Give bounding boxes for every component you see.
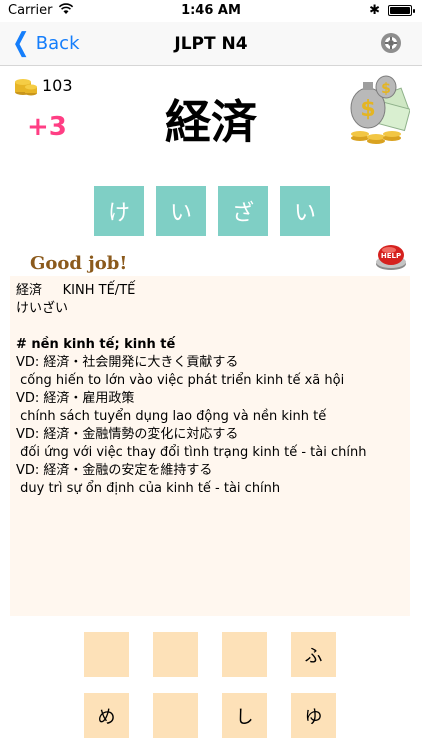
feedback-message: Good job! (30, 253, 128, 274)
page-title: JLPT N4 (174, 34, 248, 54)
help-button[interactable]: HELP (374, 238, 408, 272)
reading-line: けいざい (16, 301, 69, 316)
example-line: VD: 経済・雇用政策 (16, 391, 135, 406)
example-line: VD: 経済・金融の安定を維持する (16, 463, 213, 478)
answer-tile[interactable]: い (156, 186, 206, 236)
kana-choice-button[interactable] (84, 632, 129, 677)
answer-tile[interactable]: い (280, 186, 330, 236)
example-translation: cống hiến to lớn vào việc phát triển kin… (16, 373, 345, 388)
example-translation: đối ứng với việc thay đổi tình trạng kin… (16, 445, 367, 460)
answer-tile[interactable]: ざ (218, 186, 268, 236)
example-line: VD: 経済・金融情勢の変化に対応する (16, 427, 239, 442)
example-translation: chính sách tuyển dụng lao động và nền ki… (16, 409, 327, 424)
answer-tile[interactable]: け (94, 186, 144, 236)
navigation-bar: ❮ Back JLPT N4 (0, 22, 422, 66)
battery-icon (388, 5, 415, 16)
help-label: HELP (381, 252, 401, 260)
example-translation: duy trì sự ổn định của kinh tế - tài chí… (16, 481, 281, 496)
kana-choice-button[interactable]: ふ (291, 632, 336, 677)
example-line: VD: 経済・社会開発に大きく貢献する (16, 355, 239, 370)
headword-line: 経済 KINH TẾ/TẾ (16, 283, 136, 298)
meaning-line: # nền kinh tế; kinh tế (16, 337, 176, 352)
kana-choice-button[interactable]: め (84, 693, 129, 738)
status-bar: Carrier 1:46 AM ✱ (0, 0, 422, 22)
clock: 1:46 AM (181, 3, 241, 18)
kana-choice-button[interactable]: ゆ (291, 693, 336, 738)
kana-choice-button[interactable] (153, 632, 198, 677)
svg-text:$: $ (360, 97, 375, 122)
explanation-panel: 経済 KINH TẾ/TẾ けいざい # nền kinh tế; kinh t… (10, 276, 410, 616)
svg-text:$: $ (381, 81, 391, 97)
answer-tiles: け い ざ い (94, 186, 330, 236)
money-bag-illustration: $ $ (350, 75, 410, 144)
kana-choice-button[interactable] (153, 693, 198, 738)
kana-choice-grid: ふ め し ゆ (84, 632, 336, 738)
kana-choice-button[interactable]: し (222, 693, 267, 738)
bluetooth-icon: ✱ (369, 3, 380, 18)
kana-choice-button[interactable] (222, 632, 267, 677)
settings-icon[interactable] (380, 32, 402, 54)
